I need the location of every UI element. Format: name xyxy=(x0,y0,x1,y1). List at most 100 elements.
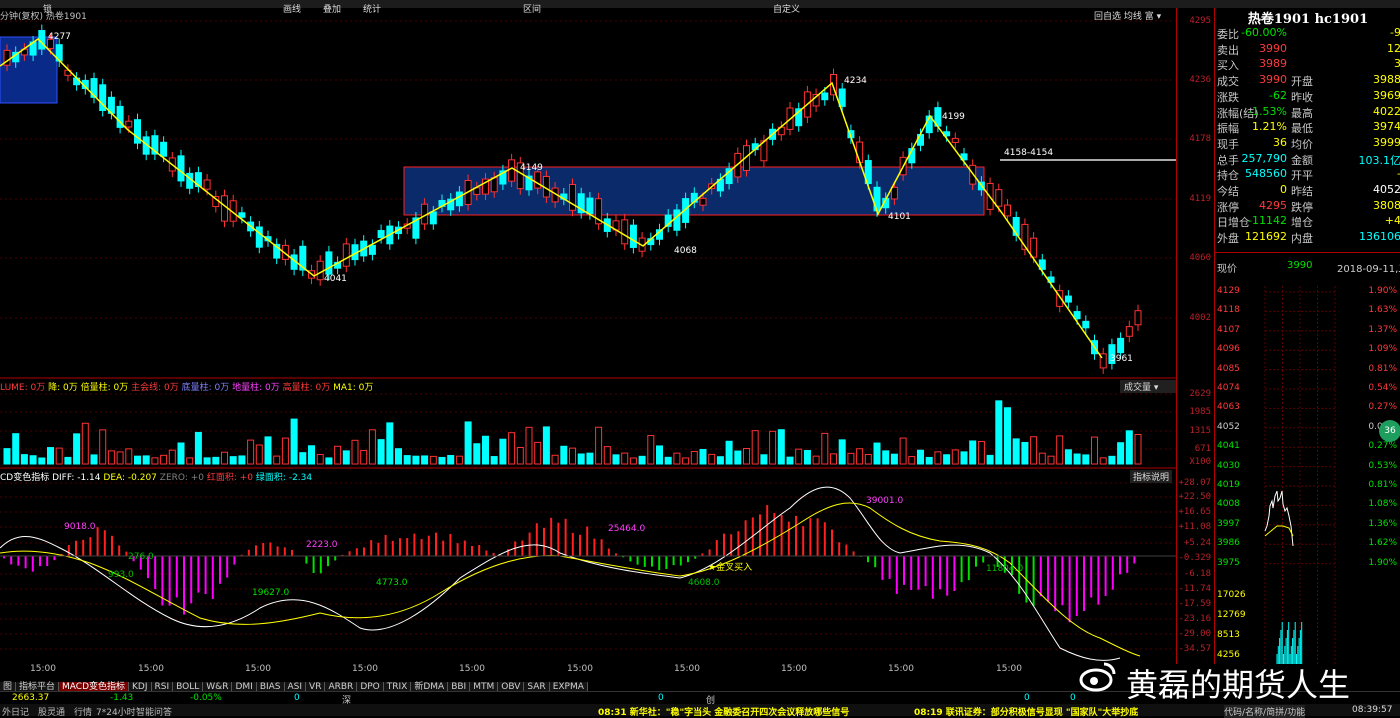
price-annotation: 4149 xyxy=(520,163,543,173)
price-axis: 4295 4236 4178 4119 4060 4002 2629 1985 … xyxy=(1176,8,1215,664)
quote-row: 涨跌-62昨收3969 xyxy=(1217,89,1400,104)
price-annotation: 4068 xyxy=(674,246,697,256)
macd-red-area: 红面积: +0 xyxy=(207,473,253,483)
quote-value: -62 xyxy=(1269,89,1287,102)
volume-bar xyxy=(709,454,715,464)
mini-left-axis-label: 4129 xyxy=(1217,286,1240,296)
candle-body xyxy=(622,220,628,244)
volume-bar xyxy=(178,443,184,464)
price-annotation: 4101 xyxy=(888,212,911,222)
indicator-select[interactable]: 成交量 ▾ xyxy=(1120,380,1176,393)
macd-zero: ZERO: +0 xyxy=(160,473,204,483)
tick-badge[interactable]: 36 xyxy=(1379,420,1400,442)
volume-bar xyxy=(1022,442,1028,464)
macd-axis-label: +5.24 xyxy=(1184,538,1211,548)
volume-bar xyxy=(700,449,706,464)
quote-value: 36 xyxy=(1273,136,1287,149)
mini-left-axis-label: 4030 xyxy=(1217,461,1240,471)
price-annotation: 4199 xyxy=(942,112,965,122)
bottom-link[interactable]: 7*24小时 xyxy=(96,705,136,718)
quote-value: 3 xyxy=(1394,57,1400,70)
volume-bar xyxy=(761,455,767,464)
volume-bar xyxy=(691,452,697,464)
volume-bar xyxy=(117,452,123,464)
volume-bar xyxy=(439,457,445,464)
volume-bar xyxy=(1126,431,1132,464)
volume-bar xyxy=(204,458,210,464)
time-tick: 15:00 xyxy=(352,664,378,674)
macd-annotation: 993.0 xyxy=(108,570,134,580)
volume-bar xyxy=(970,441,976,464)
quote-label: 卖出 xyxy=(1217,42,1239,58)
volume-bar xyxy=(665,457,671,464)
candle-body xyxy=(126,121,132,127)
price-annotation: 4041 xyxy=(324,274,347,284)
quote-label: 金额 xyxy=(1291,152,1313,168)
candle-body xyxy=(430,212,436,224)
volume-bar xyxy=(335,446,341,464)
candle-body xyxy=(1126,327,1132,337)
quote-label: 涨跌 xyxy=(1217,89,1239,105)
volume-bar xyxy=(596,427,602,464)
quote-value: 257,790 xyxy=(1242,152,1288,165)
candle-body xyxy=(256,227,262,247)
volume-bar xyxy=(1135,435,1141,464)
quote-label: 开平 xyxy=(1291,167,1313,183)
volume-axis-label: 1985 xyxy=(1189,407,1211,417)
volume-bar xyxy=(48,448,54,464)
macd-axis-label: -34.57 xyxy=(1178,644,1211,654)
search-input[interactable]: 代码/名称/简拼/功能 xyxy=(1224,705,1305,718)
candle-body xyxy=(535,172,541,188)
news-ticker-1[interactable]: 08:31 新华社："稳"字当头 金融委召开四次会议释放哪些信号 xyxy=(598,705,849,718)
volume-bar xyxy=(509,433,515,464)
macd-annotation: 19627.0 xyxy=(252,588,289,598)
volume-bar xyxy=(891,454,897,464)
volume-bar xyxy=(491,457,497,464)
time-tick: 15:00 xyxy=(30,664,56,674)
volume-bar xyxy=(361,451,367,464)
volume-bar xyxy=(326,458,332,464)
time-tick: 15:00 xyxy=(674,664,700,674)
volume-bar xyxy=(578,454,584,464)
candle-body xyxy=(222,196,228,221)
clock: 08:39:57 xyxy=(1352,705,1392,715)
quote-value: 12 xyxy=(1387,42,1400,55)
volume-bar xyxy=(317,454,323,464)
volume-bar xyxy=(195,432,201,464)
volume-bar xyxy=(822,433,828,464)
news-ticker-2[interactable]: 08:19 联讯证券：部分积极信号显现 "国家队"大举抄底 xyxy=(914,705,1138,718)
candle-body xyxy=(378,231,384,238)
quote-row: 外盘121692内盘136106 xyxy=(1217,230,1400,245)
bottom-link[interactable]: 股灵通 xyxy=(38,705,65,718)
bottom-link[interactable]: 行情 xyxy=(74,705,92,718)
mini-vol-axis-label: 12769 xyxy=(1217,610,1246,620)
macd-annotation: 25464.0 xyxy=(608,524,645,534)
quote-label: 日增仓 xyxy=(1217,214,1250,230)
bottom-link[interactable]: 外日记 xyxy=(2,705,29,718)
volume-bar xyxy=(857,449,863,464)
volume-bar xyxy=(239,456,245,464)
macd-axis-label: -0.329 xyxy=(1178,553,1211,563)
volume-bar xyxy=(752,431,758,464)
volume-bar xyxy=(657,446,663,464)
indicator-help-button[interactable]: 指标说明 xyxy=(1130,470,1172,483)
volume-bar xyxy=(1074,454,1080,464)
candle-body xyxy=(178,156,184,181)
macd-annotation: 9018.0 xyxy=(64,522,96,532)
volume-bar xyxy=(135,456,141,464)
quote-label: 增仓 xyxy=(1291,214,1313,230)
volume-legend-item: 高量柱: 0万 xyxy=(283,383,331,393)
mini-left-axis-label: 4063 xyxy=(1217,402,1240,412)
macd-annotation: 11804.0 xyxy=(986,564,1023,574)
quote-label: 现手 xyxy=(1217,136,1239,152)
quote-row: 持仓548560开平- xyxy=(1217,167,1400,182)
bottom-link[interactable]: 智能问答 xyxy=(136,705,172,718)
volume-bar xyxy=(517,447,523,464)
indicator-tabs: 图指标平台MACD变色指标KDJRSIBOLLW&RDMIBIASASIVRAR… xyxy=(0,679,640,691)
volume-axis-label: 671 xyxy=(1195,444,1211,454)
volume-bar xyxy=(1005,408,1011,464)
status-zero: 0 xyxy=(658,693,664,703)
macd-axis-label: +11.08 xyxy=(1178,522,1211,532)
macd-axis-label: -6.18 xyxy=(1184,569,1211,579)
kline-chart-area[interactable]: 分钟(复权) 热卷1901 回自选 均线 富 ▾ 4277 4041 4149 … xyxy=(0,8,1176,664)
